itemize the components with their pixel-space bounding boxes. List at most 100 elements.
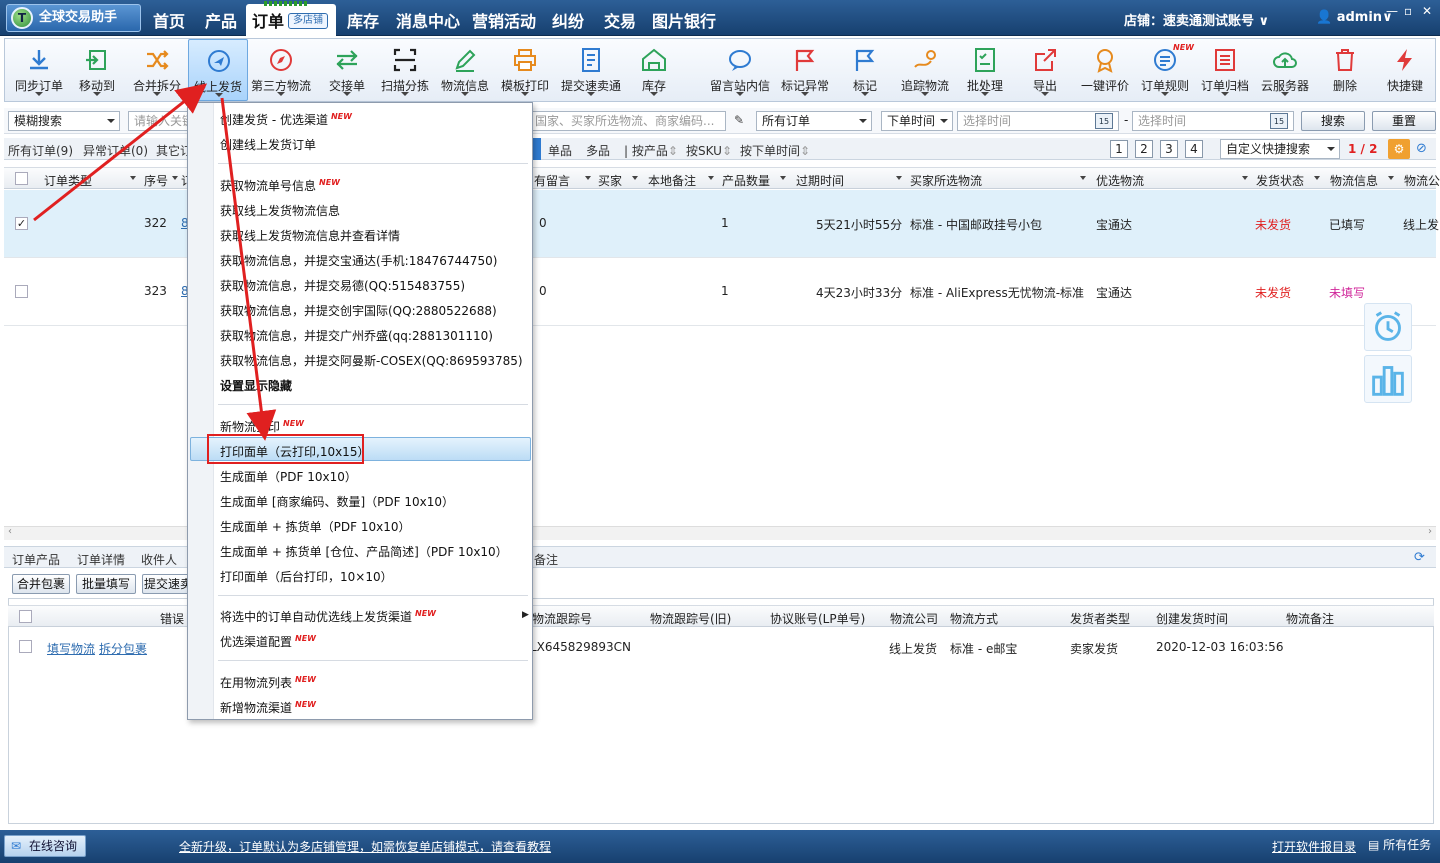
minimize-icon[interactable]: — <box>1386 4 1398 18</box>
sort-by-sku[interactable]: 按SKU⇕ <box>686 142 732 159</box>
row-checkbox[interactable] <box>15 285 28 298</box>
export-button[interactable]: 导出 <box>1015 39 1075 101</box>
menu-item-logistics-in-use[interactable]: 在用物流列表 NEW <box>220 674 316 691</box>
close-icon[interactable]: ✕ <box>1422 4 1432 18</box>
menu-item-new-logistics-print[interactable]: 新物流打印 NEW <box>220 418 304 435</box>
search-mode-select[interactable]: 模糊搜索 <box>8 111 120 131</box>
delete-button[interactable]: 删除 <box>1315 39 1375 101</box>
chevron-left-icon[interactable]: ‹ <box>8 526 12 537</box>
tab-order-products[interactable]: 订单产品 <box>12 551 60 568</box>
user-menu[interactable]: 👤 admin∨ <box>1316 10 1393 25</box>
page-button-1[interactable]: 1 <box>1110 140 1128 158</box>
track-logistics-button[interactable]: 追踪物流 <box>895 39 955 101</box>
all-tasks-button[interactable]: ▤ 所有任务 <box>1368 836 1431 853</box>
mark-abnormal-button[interactable]: 标记异常 <box>775 39 835 101</box>
cloud-server-button[interactable]: 云服务器 <box>1255 39 1315 101</box>
restore-icon[interactable]: ▫ <box>1404 4 1412 18</box>
refresh-icon[interactable]: ⟳ <box>1414 550 1425 565</box>
menu-item-channel-config[interactable]: 优选渠道配置 NEW <box>220 633 316 650</box>
menu-item-gen-label-sku-qty[interactable]: 生成面单 [商家编码、数量]（PDF 10x10） <box>220 493 454 510</box>
settings-sliders-icon[interactable]: ⚙ <box>1388 139 1410 159</box>
nav-orders[interactable]: 订单 多店铺 <box>246 1 336 36</box>
tab-recipient[interactable]: 收件人 <box>141 551 177 568</box>
filter-single-product[interactable]: 单品 <box>548 142 572 159</box>
order-scope-select[interactable]: 所有订单 <box>756 111 872 131</box>
sort-by-order-time[interactable]: 按下单时间⇕ <box>740 142 810 159</box>
col-product-qty[interactable]: 产品数量 <box>722 172 770 189</box>
logistics-info-button[interactable]: 物流信息 <box>435 39 495 101</box>
menu-item-add-channel[interactable]: 新增物流渠道 NEW <box>220 699 316 716</box>
menu-item-get-tracking-no[interactable]: 获取物流单号信息 NEW <box>220 177 340 194</box>
tab-all-orders[interactable]: 所有订单(9) <box>8 142 73 159</box>
page-button-3[interactable]: 3 <box>1160 140 1178 158</box>
tab-order-details[interactable]: 订单详情 <box>77 551 125 568</box>
nav-image-bank[interactable]: 图片银行 <box>652 8 716 32</box>
alarm-clock-icon[interactable] <box>1364 303 1412 351</box>
tab-abnormal-orders[interactable]: 异常订单(0) <box>83 142 148 159</box>
scan-sort-button[interactable]: 扫描分拣 <box>375 39 435 101</box>
col-has-message[interactable]: 有留言 <box>534 172 570 189</box>
page-button-2[interactable]: 2 <box>1135 140 1153 158</box>
menu-item-get-online-info-detail[interactable]: 获取线上发货物流信息并查看详情 <box>220 227 400 244</box>
shortcut-button[interactable]: 快捷键 <box>1375 39 1435 101</box>
menu-item-submit-yide[interactable]: 获取物流信息，并提交易德(QQ:515483755) <box>220 277 465 294</box>
order-rules-button[interactable]: NEW 订单规则 <box>1135 39 1195 101</box>
message-button[interactable]: 留言站内信 <box>707 39 773 101</box>
tab-notes[interactable]: 备注 <box>534 551 558 568</box>
batch-button[interactable]: 批处理 <box>955 39 1015 101</box>
order-archive-button[interactable]: 订单归档 <box>1195 39 1255 101</box>
keyword-input[interactable]: 请输入关键 <box>128 111 188 131</box>
hide-eye-icon[interactable]: ⊘ <box>1416 141 1427 156</box>
select-all-checkbox[interactable] <box>19 610 32 623</box>
col-ship-status[interactable]: 发货状态 <box>1256 172 1304 189</box>
col-logistics-company[interactable]: 物流公 <box>1404 172 1440 189</box>
menu-item-create-online-order[interactable]: 创建线上发货订单 <box>220 136 316 153</box>
custom-search-select[interactable]: 自定义快捷搜索 <box>1220 139 1340 159</box>
nav-disputes[interactable]: 纠纷 <box>552 8 584 32</box>
menu-item-print-label-background[interactable]: 打印面单（后台打印，10×10） <box>220 568 393 585</box>
nav-marketing[interactable]: 营销活动 <box>472 8 536 32</box>
time-type-select[interactable]: 下单时间 <box>881 111 953 131</box>
split-package-link[interactable]: 拆分包裹 <box>99 640 147 657</box>
nav-home[interactable]: 首页 <box>153 8 185 32</box>
one-click-review-button[interactable]: 一键评价 <box>1075 39 1135 101</box>
page-button-4[interactable]: 4 <box>1185 140 1203 158</box>
col-order-type[interactable]: 订单类型 <box>44 172 92 189</box>
menu-item-display-settings[interactable]: 设置显示隐藏 <box>220 377 292 394</box>
col-logistics-info[interactable]: 物流信息 <box>1330 172 1378 189</box>
nav-trade[interactable]: 交易 <box>604 8 636 32</box>
batch-fill-button[interactable]: 批量填写 <box>76 574 136 594</box>
col-local-note[interactable]: 本地备注 <box>648 172 696 189</box>
upgrade-notice-link[interactable]: 全新升级，订单默认为多店铺管理，如需恢复单店铺模式，请查看教程 <box>179 838 551 855</box>
handover-button[interactable]: 交接单 <box>317 39 377 101</box>
reset-button[interactable]: 重置 <box>1372 111 1436 131</box>
nav-products[interactable]: 产品 <box>205 8 237 32</box>
mark-button[interactable]: 标记 <box>835 39 895 101</box>
keyword-input-2[interactable]: 国家、买家所选物流、商家编码... <box>530 111 726 131</box>
online-shipping-button[interactable]: 线上发货 <box>188 39 248 101</box>
filter-multi-product[interactable]: 多品 <box>586 142 610 159</box>
merge-package-button[interactable]: 合并包裹 <box>12 574 70 594</box>
select-all-checkbox[interactable] <box>15 172 28 185</box>
search-button[interactable]: 搜索 <box>1301 111 1365 131</box>
nav-messages[interactable]: 消息中心 <box>396 8 460 32</box>
col-buyer-logistics[interactable]: 买家所选物流 <box>910 172 982 189</box>
online-consult-button[interactable]: ✉ 在线咨询 <box>4 835 86 857</box>
menu-item-gen-label-picklist[interactable]: 生成面单 + 拣货单（PDF 10x10） <box>220 518 411 535</box>
third-party-logistics-button[interactable]: 第三方物流 <box>251 39 311 101</box>
menu-item-gen-label-pdf[interactable]: 生成面单（PDF 10x10） <box>220 468 357 485</box>
menu-item-submit-qiaosheng[interactable]: 获取物流信息，并提交广州乔盛(qq:2881301110) <box>220 327 493 344</box>
sync-orders-button[interactable]: 同步订单 <box>9 39 69 101</box>
submit-aliexpress-button[interactable]: 提交速卖通 <box>559 39 623 101</box>
move-to-button[interactable]: 移动到 <box>67 39 127 101</box>
col-seq[interactable]: 序号 <box>144 172 168 189</box>
open-log-folder-link[interactable]: 打开软件报目录 <box>1272 838 1356 855</box>
template-print-button[interactable]: 模板打印 <box>495 39 555 101</box>
col-preferred-logistics[interactable]: 优选物流 <box>1096 172 1144 189</box>
app-logo[interactable]: T 全球交易助手 <box>6 4 141 32</box>
bar-chart-icon[interactable] <box>1364 355 1412 403</box>
menu-item-submit-cosex[interactable]: 获取物流信息，并提交阿曼斯-COSEX(QQ:869593785) <box>220 352 523 369</box>
merge-split-button[interactable]: 合并拆分 <box>127 39 187 101</box>
row-checkbox[interactable] <box>19 640 32 653</box>
shop-selector[interactable]: 店铺：速卖通测试账号 ∨ <box>1124 10 1269 29</box>
